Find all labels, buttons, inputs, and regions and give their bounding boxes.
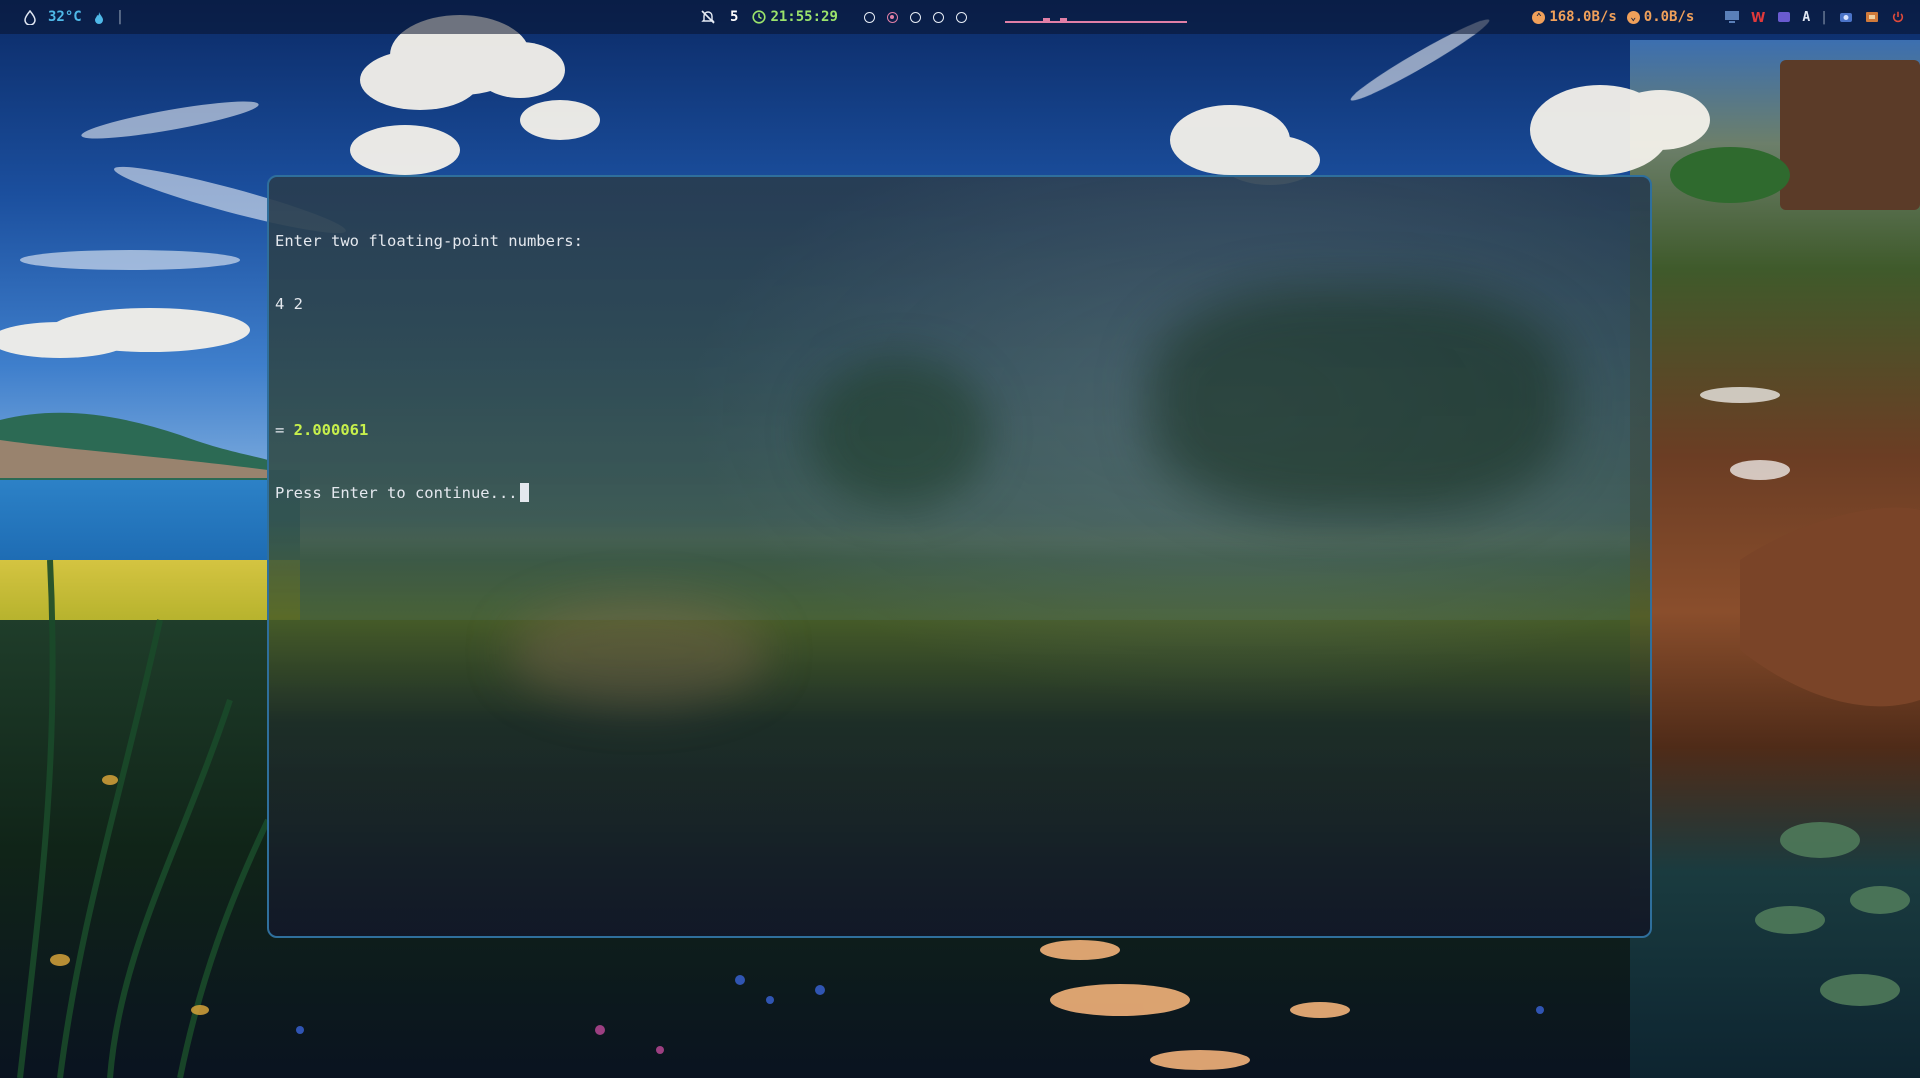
workspace-5[interactable] xyxy=(955,11,967,23)
terminal-line: Enter two floating-point numbers: xyxy=(275,232,583,250)
clock[interactable]: 21:55:29 xyxy=(752,9,838,25)
system-tray: W A | xyxy=(1724,10,1906,25)
workspace-3[interactable] xyxy=(909,11,921,23)
net-upload: ⌃ 168.0B/s xyxy=(1532,9,1617,25)
clock-icon xyxy=(752,10,767,24)
droplet-icon[interactable] xyxy=(24,9,36,25)
terminal-result-line: = 2.000061 xyxy=(275,420,583,441)
power-icon[interactable] xyxy=(1890,10,1906,24)
terminal-window[interactable]: Enter two floating-point numbers: 4 2 = … xyxy=(267,175,1652,938)
temperature-label[interactable]: 32°C xyxy=(48,9,82,25)
net-download-value: 0.0B/s xyxy=(1643,9,1695,25)
notification-count: 5 xyxy=(730,9,739,25)
separator: | xyxy=(115,9,125,25)
monitor-icon[interactable] xyxy=(1724,10,1740,24)
upload-icon: ⌃ xyxy=(1532,10,1546,24)
terminal-prompt-line: Press Enter to continue... xyxy=(275,483,583,504)
workspace-2[interactable] xyxy=(886,11,898,23)
terminal-cursor xyxy=(519,483,529,502)
workspace-4[interactable] xyxy=(932,11,944,23)
workspace-1[interactable] xyxy=(863,11,875,23)
net-download: ⌄ 0.0B/s xyxy=(1626,9,1695,25)
flame-icon xyxy=(94,11,103,24)
bell-off-icon[interactable] xyxy=(700,9,716,25)
download-icon: ⌄ xyxy=(1626,10,1640,24)
result-value: 2.000061 xyxy=(293,421,369,439)
workspace-switcher xyxy=(863,11,967,23)
continue-prompt: Press Enter to continue... xyxy=(275,484,518,502)
network-activity-graph xyxy=(1004,18,1187,23)
input-method-indicator[interactable]: A xyxy=(1802,10,1810,25)
clock-time: 21:55:29 xyxy=(770,9,838,25)
wps-icon[interactable]: W xyxy=(1750,10,1766,24)
app-tray-icon[interactable] xyxy=(1776,10,1792,24)
result-prefix: = xyxy=(275,421,294,439)
top-status-bar: 32°C | 5 21:55:29 ⌃ 168.0B/s ⌄ 0.0B/s W … xyxy=(0,0,1920,34)
screenshot-icon[interactable] xyxy=(1838,10,1854,24)
terminal-output: Enter two floating-point numbers: 4 2 = … xyxy=(275,189,583,546)
separator: | xyxy=(1820,9,1828,25)
terminal-line: 4 2 xyxy=(275,295,303,313)
svg-text:W: W xyxy=(1751,11,1765,24)
net-upload-value: 168.0B/s xyxy=(1549,9,1617,25)
network-icon[interactable] xyxy=(1864,10,1880,24)
